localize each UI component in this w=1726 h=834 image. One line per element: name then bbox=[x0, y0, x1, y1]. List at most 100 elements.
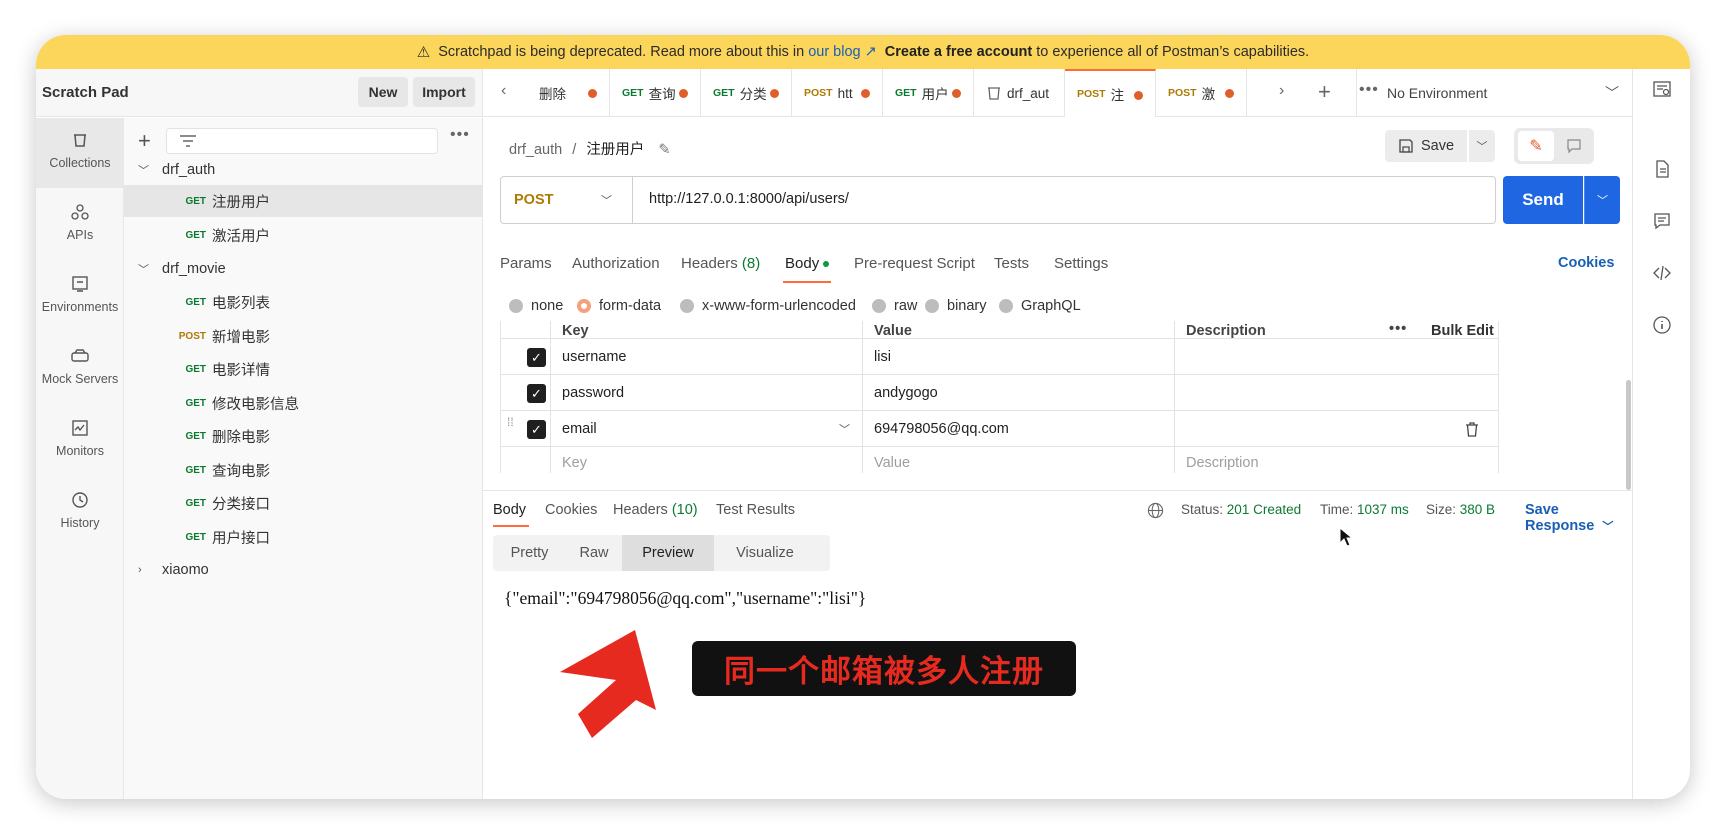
save-response-button[interactable]: Save Response ﹀ bbox=[1525, 502, 1632, 534]
tab-category[interactable]: GET 分类 bbox=[701, 69, 792, 117]
save-options-dropdown[interactable]: ﹀ bbox=[1469, 130, 1495, 162]
body-type-form-data[interactable]: form-data bbox=[577, 298, 661, 314]
add-collection-icon[interactable]: + bbox=[138, 128, 151, 154]
request-item[interactable]: POST 新增电影 bbox=[124, 320, 483, 352]
description-placeholder[interactable]: Description bbox=[1175, 447, 1500, 473]
view-preview[interactable]: Preview bbox=[622, 535, 714, 571]
info-icon[interactable] bbox=[1652, 315, 1672, 335]
more-options-icon[interactable]: ••• bbox=[450, 126, 470, 144]
tab-delete[interactable]: 删除 bbox=[527, 69, 610, 117]
sidebar-item-collections[interactable]: Collections bbox=[36, 118, 124, 188]
value-cell[interactable]: lisi bbox=[863, 339, 1175, 375]
chevron-down-icon[interactable]: ﹀ bbox=[839, 421, 850, 437]
filter-icon bbox=[180, 135, 196, 147]
description-cell[interactable] bbox=[1175, 411, 1500, 447]
request-item[interactable]: GET 查询电影 bbox=[124, 454, 483, 486]
description-cell[interactable] bbox=[1175, 375, 1500, 411]
request-item[interactable]: GET 注册用户 bbox=[124, 185, 483, 217]
new-tab-icon[interactable]: + bbox=[1318, 79, 1331, 105]
collection-xiaomo[interactable]: › xiaomo bbox=[124, 554, 483, 586]
body-type-graphql[interactable]: GraphQL bbox=[999, 298, 1081, 314]
collection-drf-movie[interactable]: ﹀ drf_movie bbox=[124, 253, 483, 285]
body-type-binary[interactable]: binary bbox=[925, 298, 987, 314]
body-type-urlencoded[interactable]: x-www-form-urlencoded bbox=[680, 298, 856, 314]
new-button[interactable]: New bbox=[358, 77, 408, 107]
send-button[interactable]: Send bbox=[1503, 176, 1583, 224]
request-item[interactable]: GET 修改电影信息 bbox=[124, 387, 483, 419]
tab-register-user[interactable]: POST 注 bbox=[1065, 69, 1156, 117]
sidebar-item-history[interactable]: History bbox=[36, 478, 124, 548]
tab-headers[interactable]: Headers (8) bbox=[681, 255, 760, 272]
request-item[interactable]: GET 电影详情 bbox=[124, 353, 483, 385]
import-button[interactable]: Import bbox=[413, 77, 475, 107]
drag-handle-icon[interactable]: ⁞⁞ bbox=[507, 416, 514, 428]
documentation-icon[interactable] bbox=[1652, 159, 1672, 179]
bulk-edit-link[interactable]: Bulk Edit bbox=[1431, 323, 1494, 339]
breadcrumb-parent[interactable]: drf_auth bbox=[509, 142, 562, 158]
value-placeholder[interactable]: Value bbox=[863, 447, 1175, 473]
request-item[interactable]: GET 激活用户 bbox=[124, 219, 483, 251]
key-placeholder[interactable]: Key bbox=[551, 447, 863, 473]
tabs-scroll-right-icon[interactable]: › bbox=[1279, 82, 1284, 100]
description-cell[interactable] bbox=[1175, 339, 1500, 375]
value-cell[interactable]: 694798056@qq.com bbox=[863, 411, 1175, 447]
environment-quick-look-icon[interactable] bbox=[1652, 79, 1672, 99]
url-input[interactable]: http://127.0.0.1:8000/api/users/ bbox=[649, 191, 849, 207]
request-item[interactable]: GET 电影列表 bbox=[124, 286, 483, 318]
banner-create-account-link[interactable]: Create a free account bbox=[885, 44, 1032, 60]
request-item[interactable]: GET 分类接口 bbox=[124, 487, 483, 519]
view-visualize[interactable]: Visualize bbox=[714, 535, 816, 571]
body-type-raw[interactable]: raw bbox=[872, 298, 917, 314]
globe-icon[interactable] bbox=[1147, 502, 1164, 519]
key-cell[interactable]: password bbox=[551, 375, 863, 411]
sidebar-item-environments[interactable]: Environments bbox=[36, 262, 124, 332]
tab-pre-request-script[interactable]: Pre-request Script bbox=[854, 255, 975, 272]
tab-params[interactable]: Params bbox=[500, 255, 552, 272]
tab-collection[interactable]: drf_aut bbox=[974, 69, 1065, 117]
request-item[interactable]: GET 删除电影 bbox=[124, 420, 483, 452]
sidebar-item-apis[interactable]: APIs bbox=[36, 190, 124, 260]
more-options-icon[interactable]: ••• bbox=[1389, 321, 1407, 337]
tab-body[interactable]: Body bbox=[785, 255, 830, 272]
tab-response-body[interactable]: Body bbox=[493, 502, 526, 518]
tabs-scroll-left-icon[interactable]: ‹ bbox=[501, 82, 506, 100]
tab-response-cookies[interactable]: Cookies bbox=[545, 502, 597, 518]
request-item[interactable]: GET 用户接口 bbox=[124, 521, 483, 553]
tab-activate-user[interactable]: POST 激 bbox=[1156, 69, 1247, 117]
banner-blog-link[interactable]: our blog ↗ bbox=[808, 44, 877, 60]
edit-name-icon[interactable]: ✎ bbox=[658, 142, 670, 158]
key-cell[interactable]: email ﹀ bbox=[551, 411, 863, 447]
environment-selector[interactable]: No Environment ﹀ bbox=[1356, 69, 1636, 117]
value-cell[interactable]: andygogo bbox=[863, 375, 1175, 411]
comment-mode-button[interactable] bbox=[1556, 131, 1592, 161]
view-raw[interactable]: Raw bbox=[566, 535, 622, 571]
tab-query[interactable]: GET 查询 bbox=[610, 69, 701, 117]
tab-settings[interactable]: Settings bbox=[1054, 255, 1108, 272]
row-checkbox[interactable]: ✓ bbox=[527, 420, 546, 439]
trash-icon[interactable] bbox=[1465, 422, 1479, 437]
scrollbar[interactable] bbox=[1626, 380, 1631, 490]
tab-http[interactable]: POST htt bbox=[792, 69, 883, 117]
view-pretty[interactable]: Pretty bbox=[493, 535, 566, 571]
row-checkbox[interactable]: ✓ bbox=[527, 348, 546, 367]
save-icon bbox=[1399, 139, 1413, 153]
tab-tests[interactable]: Tests bbox=[994, 255, 1029, 272]
send-options-dropdown[interactable]: ﹀ bbox=[1584, 176, 1620, 224]
tab-user[interactable]: GET 用户 bbox=[883, 69, 974, 117]
code-icon[interactable] bbox=[1652, 263, 1672, 283]
tab-authorization[interactable]: Authorization bbox=[572, 255, 660, 272]
key-cell[interactable]: username bbox=[551, 339, 863, 375]
comments-icon[interactable] bbox=[1652, 211, 1672, 231]
row-checkbox[interactable]: ✓ bbox=[527, 384, 546, 403]
method-select[interactable]: POST ﹀ bbox=[501, 177, 633, 223]
sidebar-item-mock-servers[interactable]: Mock Servers bbox=[36, 334, 124, 404]
body-type-none[interactable]: none bbox=[509, 298, 563, 314]
cookies-link[interactable]: Cookies bbox=[1558, 255, 1614, 271]
filter-input[interactable] bbox=[166, 128, 438, 154]
edit-mode-button[interactable]: ✎ bbox=[1518, 131, 1554, 161]
save-button[interactable]: Save bbox=[1385, 130, 1467, 162]
tab-test-results[interactable]: Test Results bbox=[716, 502, 795, 518]
collection-drf-auth[interactable]: ﹀ drf_auth bbox=[124, 154, 483, 186]
sidebar-item-monitors[interactable]: Monitors bbox=[36, 406, 124, 476]
tab-response-headers[interactable]: Headers (10) bbox=[613, 502, 698, 518]
